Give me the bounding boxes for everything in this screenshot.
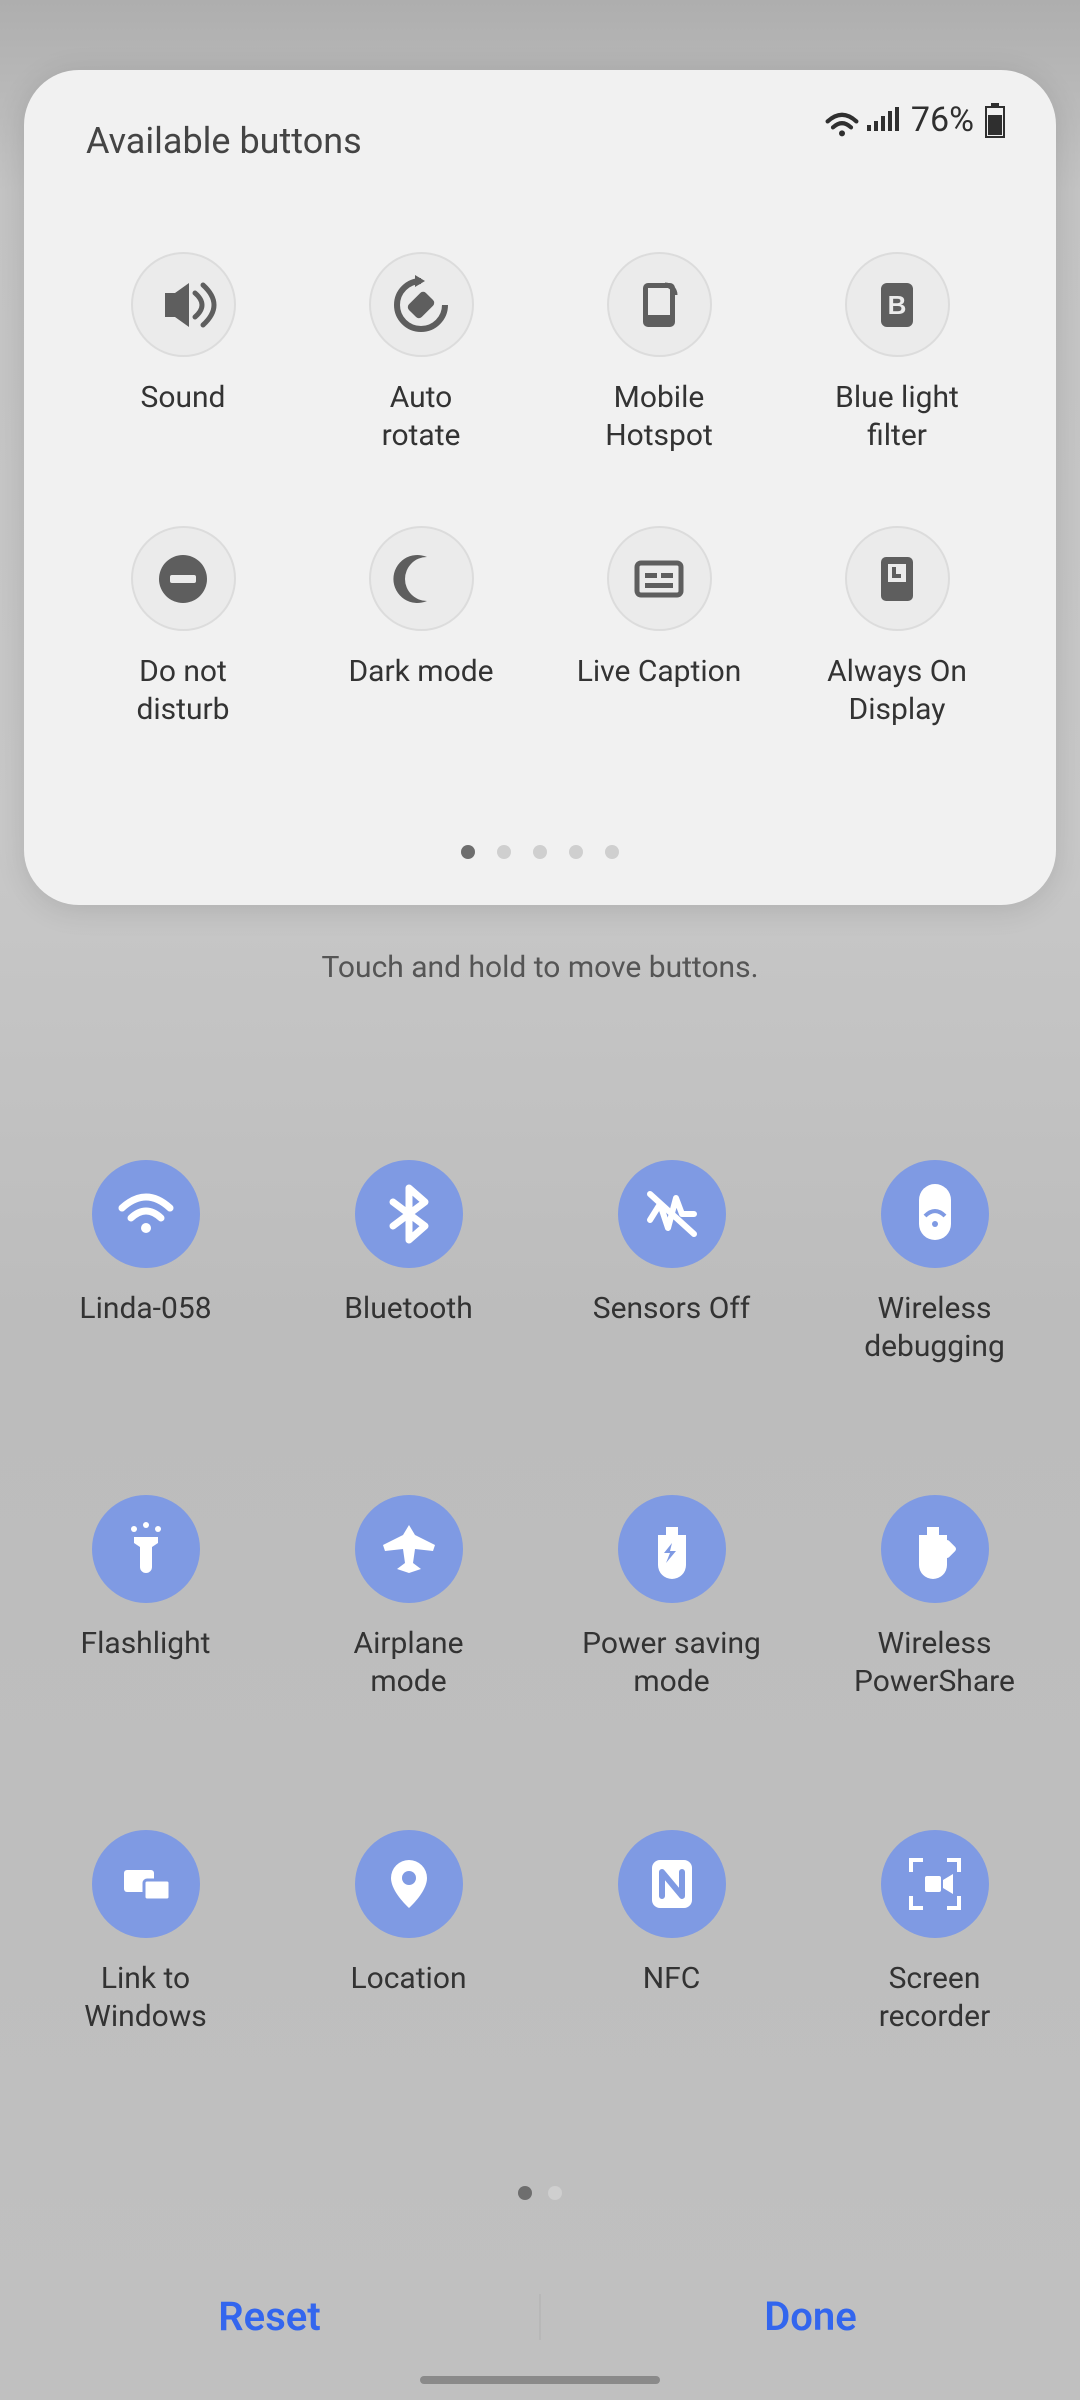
- footer: Reset Done: [0, 2293, 1080, 2340]
- tile-sensors[interactable]: Sensors Off: [550, 1160, 793, 1365]
- tile-label: Autorotate: [382, 379, 461, 454]
- tile-flashlight[interactable]: Flashlight: [24, 1495, 267, 1700]
- panel-title: Available buttons: [74, 100, 362, 162]
- tile-wifi[interactable]: Linda-058: [24, 1160, 267, 1365]
- tile-label: Linda-058: [79, 1290, 211, 1328]
- tile-label: NFC: [643, 1960, 701, 1998]
- tile-label: WirelessPowerShare: [854, 1625, 1015, 1700]
- pager-dot[interactable]: [605, 845, 619, 859]
- tile-dnd[interactable]: Do notdisturb: [74, 526, 292, 728]
- done-button[interactable]: Done: [541, 2293, 1080, 2340]
- screenrec-icon[interactable]: [881, 1830, 989, 1938]
- tile-label: Bluetooth: [344, 1290, 473, 1328]
- tile-bluelight[interactable]: Blue lightfilter: [788, 252, 1006, 454]
- flashlight-icon[interactable]: [92, 1495, 200, 1603]
- hotspot-icon[interactable]: [607, 252, 712, 357]
- tile-screenrec[interactable]: Screenrecorder: [813, 1830, 1056, 2035]
- home-indicator[interactable]: [420, 2376, 660, 2384]
- livecaption-icon[interactable]: [607, 526, 712, 631]
- darkmode-icon[interactable]: [369, 526, 474, 631]
- battery-icon: [984, 103, 1006, 137]
- airplane-icon[interactable]: [355, 1495, 463, 1603]
- tile-label: Sound: [141, 379, 226, 417]
- tile-livecaption[interactable]: Live Caption: [550, 526, 768, 728]
- sound-icon[interactable]: [131, 252, 236, 357]
- pager-dot[interactable]: [461, 845, 475, 859]
- tile-bluetooth[interactable]: Bluetooth: [287, 1160, 530, 1365]
- tile-label: Screenrecorder: [879, 1960, 991, 2035]
- wdebug-icon[interactable]: [881, 1160, 989, 1268]
- tile-airplane[interactable]: Airplanemode: [287, 1495, 530, 1700]
- tile-label: Airplanemode: [354, 1625, 464, 1700]
- tile-label: Blue lightfilter: [835, 379, 959, 454]
- pager-dot[interactable]: [497, 845, 511, 859]
- tile-label: Live Caption: [577, 653, 742, 691]
- tile-aod[interactable]: Always OnDisplay: [788, 526, 1006, 728]
- available-buttons-panel: Available buttons 76% Sound Autorotate Mob…: [24, 70, 1056, 905]
- tile-wdebug[interactable]: Wirelessdebugging: [813, 1160, 1056, 1365]
- bluelight-icon[interactable]: [845, 252, 950, 357]
- auto-rotate-icon[interactable]: [369, 252, 474, 357]
- battery-percent: 76%: [911, 100, 974, 140]
- tile-darkmode[interactable]: Dark mode: [312, 526, 530, 728]
- tile-label: Link toWindows: [84, 1960, 207, 2035]
- tile-label: Location: [350, 1960, 466, 1998]
- powersave-icon[interactable]: [618, 1495, 726, 1603]
- signal-icon: [865, 107, 899, 133]
- tile-hotspot[interactable]: MobileHotspot: [550, 252, 768, 454]
- tile-label: MobileHotspot: [605, 379, 713, 454]
- panel-pager[interactable]: [24, 845, 1056, 859]
- tile-location[interactable]: Location: [287, 1830, 530, 2035]
- bluetooth-icon[interactable]: [355, 1160, 463, 1268]
- powershare-icon[interactable]: [881, 1495, 989, 1603]
- tile-sound[interactable]: Sound: [74, 252, 292, 454]
- wifi-icon: [825, 107, 859, 133]
- tile-nfc[interactable]: NFC: [550, 1830, 793, 2035]
- nfc-icon[interactable]: [618, 1830, 726, 1938]
- tile-label: Power savingmode: [582, 1625, 761, 1700]
- tile-label: Sensors Off: [593, 1290, 750, 1328]
- tile-label: Flashlight: [81, 1625, 211, 1663]
- tile-linkwin[interactable]: Link toWindows: [24, 1830, 267, 2035]
- status-bar: 76%: [825, 100, 1006, 140]
- dnd-icon[interactable]: [131, 526, 236, 631]
- tile-label: Always OnDisplay: [827, 653, 967, 728]
- location-icon[interactable]: [355, 1830, 463, 1938]
- reset-button[interactable]: Reset: [0, 2293, 539, 2340]
- hint-text: Touch and hold to move buttons.: [0, 950, 1080, 985]
- sensors-icon[interactable]: [618, 1160, 726, 1268]
- tile-powershare[interactable]: WirelessPowerShare: [813, 1495, 1056, 1700]
- tile-powersave[interactable]: Power savingmode: [550, 1495, 793, 1700]
- pager-dot[interactable]: [548, 2186, 562, 2200]
- pager-dot[interactable]: [569, 845, 583, 859]
- tile-label: Wirelessdebugging: [864, 1290, 1005, 1365]
- tile-label: Dark mode: [348, 653, 493, 691]
- wifi-icon[interactable]: [92, 1160, 200, 1268]
- pager-dot[interactable]: [518, 2186, 532, 2200]
- pager-dot[interactable]: [533, 845, 547, 859]
- linkwin-icon[interactable]: [92, 1830, 200, 1938]
- aod-icon[interactable]: [845, 526, 950, 631]
- main-pager[interactable]: [0, 2186, 1080, 2200]
- tile-auto-rotate[interactable]: Autorotate: [312, 252, 530, 454]
- tile-label: Do notdisturb: [136, 653, 229, 728]
